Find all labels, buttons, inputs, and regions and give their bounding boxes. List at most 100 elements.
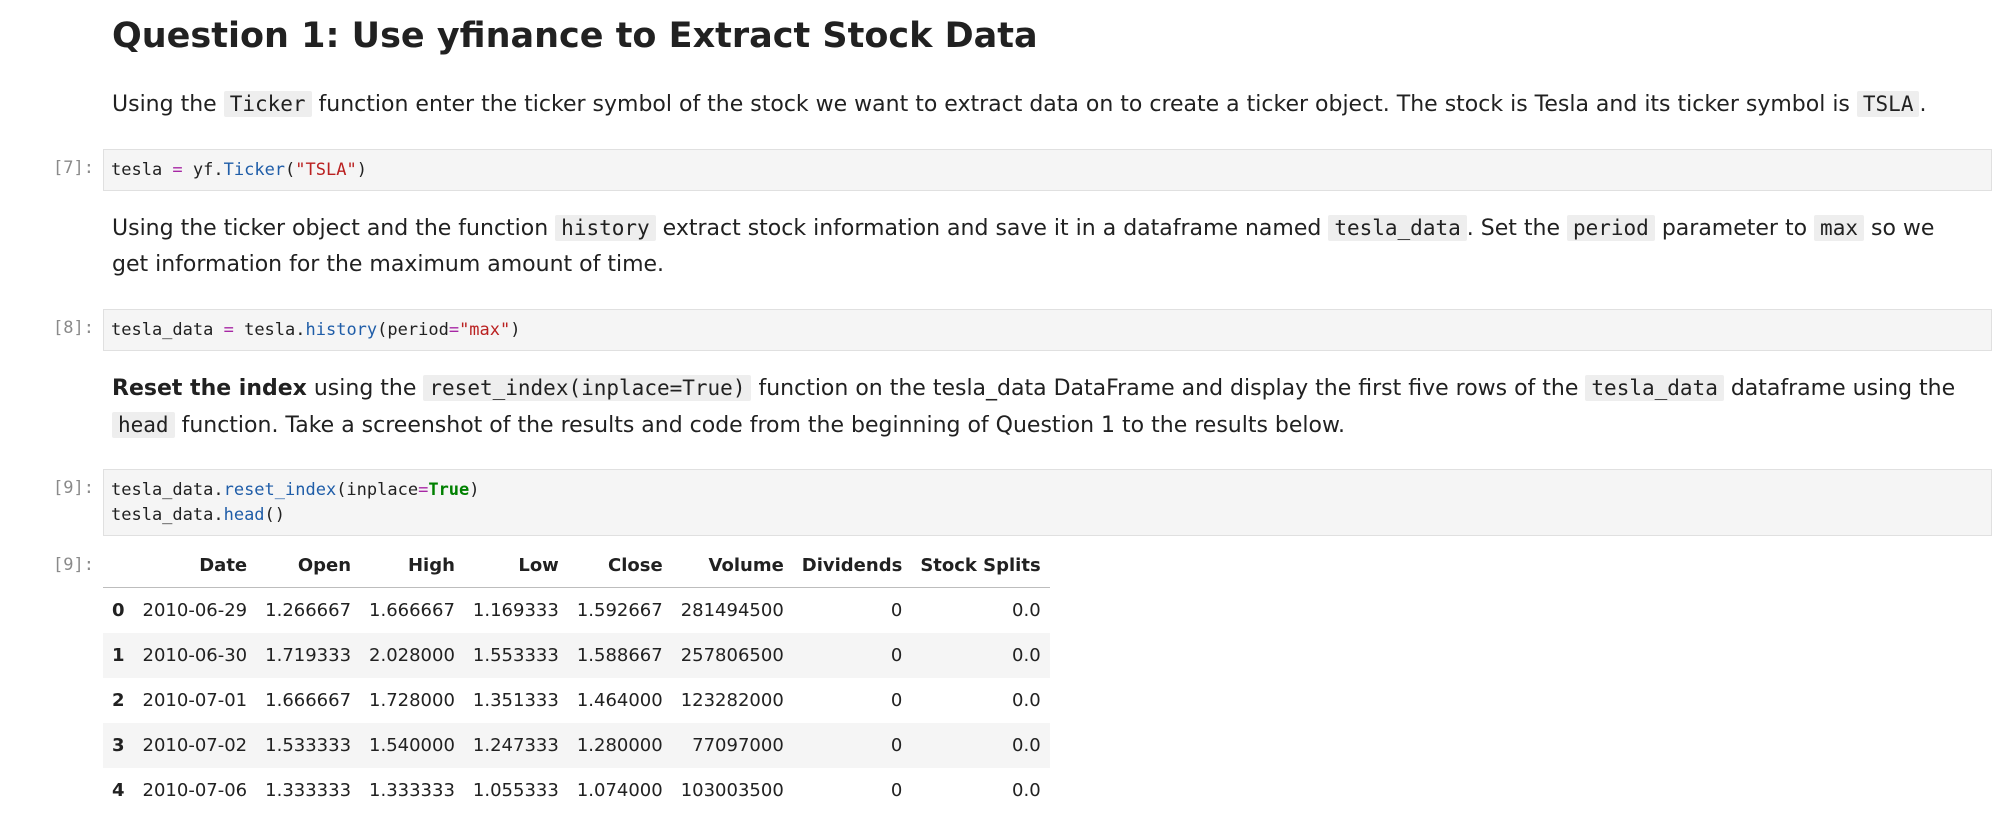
column-header-dividends: Dividends	[792, 543, 912, 588]
column-header-open: Open	[256, 543, 361, 588]
code-token: ()	[264, 505, 286, 525]
cell-dividends: 0	[890, 780, 903, 801]
cell-dividends: 0	[890, 690, 903, 711]
bold-text: Reset the index	[112, 376, 307, 401]
inline-code-tesla-data: tesla_data	[1585, 375, 1724, 401]
cell-open: 1.333333	[265, 780, 352, 801]
code-token: tesla.	[233, 320, 306, 340]
cell-high: 2.028000	[369, 645, 455, 666]
table-header-row: Date Open High Low Close Volume Dividend…	[103, 543, 1050, 588]
cell-date: 2010-07-01	[142, 690, 248, 711]
text-span: Using the	[112, 92, 224, 117]
cell-close: 1.074000	[576, 780, 663, 801]
code-token: (	[285, 160, 296, 180]
instruction-paragraph-1: Using the Ticker function enter the tick…	[112, 86, 1972, 123]
inline-code-head: head	[112, 412, 175, 438]
cell-9-output-prompt: [9]:	[53, 555, 94, 575]
code-token: tesla_data.	[111, 480, 224, 500]
code-token: tesla	[111, 160, 173, 180]
code-cell-9[interactable]: tesla_data.reset_index(inplace=True) tes…	[103, 469, 1992, 536]
column-header-volume: Volume	[671, 543, 793, 588]
table-row: 2 2010-07-01 1.666667 1.728000 1.351333 …	[103, 678, 1050, 723]
table-row: 1 2010-06-30 1.719333 2.028000 1.553333 …	[103, 633, 1050, 678]
markdown-cell-instructions-3[interactable]: Reset the index using the reset_index(in…	[112, 370, 1972, 444]
cell-high: 1.666667	[369, 600, 455, 621]
row-index: 3	[112, 735, 125, 756]
cell-volume: 103003500	[680, 780, 784, 801]
inline-code-history: history	[555, 215, 656, 241]
instruction-paragraph-3: Reset the index using the reset_index(in…	[112, 370, 1972, 444]
code-token: (period	[377, 320, 449, 340]
text-span: dataframe using the	[1723, 376, 1956, 401]
cell-high: 1.333333	[369, 780, 455, 801]
cell-volume: 281494500	[680, 600, 784, 621]
code-token: )	[469, 480, 480, 500]
cell-volume: 257806500	[680, 645, 784, 666]
cell-open: 1.266667	[265, 600, 352, 621]
cell-open: 1.666667	[265, 690, 352, 711]
code-token-operator: =	[418, 480, 429, 500]
column-header-stock-splits: Stock Splits	[911, 543, 1050, 588]
code-token: tesla_data	[111, 320, 224, 340]
dataframe-output-table: Date Open High Low Close Volume Dividend…	[103, 543, 1050, 813]
cell-stock-splits: 0.0	[1012, 735, 1041, 756]
text-span: . Set the	[1466, 216, 1567, 241]
cell-low: 1.553333	[472, 645, 559, 666]
row-index: 4	[112, 780, 125, 801]
code-token-function: history	[305, 320, 378, 340]
cell-open: 1.533333	[265, 735, 352, 756]
cell-date: 2010-06-30	[142, 645, 248, 666]
code-token: (inplace	[336, 480, 419, 500]
markdown-cell-instructions-2[interactable]: Using the ticker object and the function…	[112, 210, 1972, 283]
cell-dividends: 0	[890, 600, 903, 621]
code-token-string: "TSLA"	[295, 160, 357, 180]
question-heading: Question 1: Use yfinance to Extract Stoc…	[112, 16, 1038, 56]
code-cell-7[interactable]: tesla = yf.Ticker("TSLA")	[103, 149, 1992, 191]
cell-open: 1.719333	[265, 645, 352, 666]
column-header-high: High	[360, 543, 464, 588]
markdown-cell-instructions-1[interactable]: Using the Ticker function enter the tick…	[112, 86, 1972, 123]
cell-close: 1.464000	[576, 690, 663, 711]
inline-code-period: period	[1566, 215, 1655, 241]
cell-close: 1.588667	[576, 645, 663, 666]
code-token-operator: =	[223, 320, 234, 340]
cell-dividends: 0	[890, 645, 903, 666]
cell-volume: 77097000	[692, 735, 784, 756]
code-token: )	[356, 160, 367, 180]
cell-low: 1.247333	[472, 735, 559, 756]
cell-date: 2010-07-02	[142, 735, 248, 756]
cell-low: 1.055333	[472, 780, 559, 801]
row-index: 0	[112, 600, 125, 621]
code-token: tesla_data.	[111, 505, 224, 525]
text-span: parameter to	[1654, 216, 1815, 241]
cell-close: 1.280000	[576, 735, 663, 756]
text-span: extract stock information and save it in…	[655, 216, 1329, 241]
cell-low: 1.169333	[472, 600, 559, 621]
code-token-function: Ticker	[223, 160, 286, 180]
code-token-operator: =	[448, 320, 460, 340]
cell-volume: 123282000	[680, 690, 784, 711]
text-span: Using the ticker object and the function	[112, 216, 556, 241]
notebook-panel: Question 1: Use yfinance to Extract Stoc…	[0, 0, 2011, 838]
code-cell-8[interactable]: tesla_data = tesla.history(period="max")	[103, 309, 1992, 351]
cell-stock-splits: 0.0	[1012, 780, 1041, 801]
text-span: function. Take a screenshot of the resul…	[174, 413, 1345, 438]
row-index: 2	[112, 690, 125, 711]
cell-stock-splits: 0.0	[1012, 600, 1041, 621]
text-span: using the	[306, 376, 424, 401]
cell-date: 2010-07-06	[142, 780, 248, 801]
cell-close: 1.592667	[576, 600, 663, 621]
column-header-low: Low	[463, 543, 568, 588]
table-row: 0 2010-06-29 1.266667 1.666667 1.169333 …	[103, 587, 1050, 633]
table-row: 4 2010-07-06 1.333333 1.333333 1.055333 …	[103, 768, 1050, 813]
code-token: yf.	[182, 160, 224, 180]
cell-dividends: 0	[890, 735, 903, 756]
code-token-function: reset_index	[223, 480, 337, 500]
cell-low: 1.351333	[472, 690, 559, 711]
cell-9-input-prompt: [9]:	[53, 478, 94, 498]
markdown-cell-heading[interactable]: Question 1: Use yfinance to Extract Stoc…	[112, 16, 1972, 56]
column-header-close: Close	[567, 543, 672, 588]
cell-high: 1.540000	[369, 735, 455, 756]
cell-8-input-prompt: [8]:	[53, 318, 94, 338]
code-token-function: head	[223, 505, 265, 525]
